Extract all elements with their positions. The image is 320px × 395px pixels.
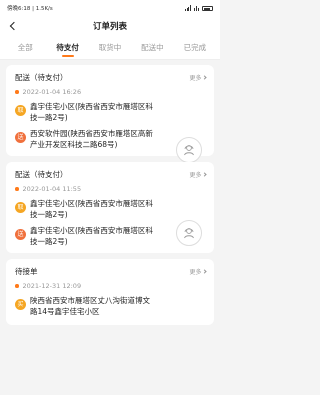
- more-button[interactable]: 更多: [189, 73, 207, 82]
- contact-button[interactable]: [176, 220, 202, 246]
- chevron-right-icon: [202, 269, 207, 274]
- order-list: 配送（待支付） 更多 2022-01-04 16:26 取 鑫宇佳宅小区(陕西省…: [0, 60, 220, 325]
- status-time: 傍晚6:18 | 1.5K/s: [7, 6, 53, 12]
- more-button[interactable]: 更多: [189, 267, 207, 276]
- dropoff-icon: 送: [15, 229, 26, 240]
- pickup-icon: 取: [15, 105, 26, 116]
- tab-delivering[interactable]: 配送中: [131, 36, 173, 60]
- order-card[interactable]: 待接单 更多 2021-12-31 12:09 买 陕西省西安市雁塔区丈八沟街道…: [6, 259, 214, 325]
- contact-icon: [184, 145, 194, 156]
- dot-icon: [15, 187, 19, 191]
- status-bar: 傍晚6:18 | 1.5K/s: [0, 0, 220, 16]
- more-button[interactable]: 更多: [189, 170, 207, 179]
- dot-icon: [15, 90, 19, 94]
- buy-icon: 买: [15, 299, 26, 310]
- contact-button[interactable]: [176, 137, 202, 163]
- order-status-title: 配送（待支付）: [15, 170, 68, 179]
- tab-all[interactable]: 全部: [4, 36, 46, 60]
- contact-icon: [184, 228, 194, 239]
- tab-completed[interactable]: 已完成: [174, 36, 216, 60]
- dropoff-icon: 送: [15, 132, 26, 143]
- dot-icon: [15, 284, 19, 288]
- dropoff-address: 西安软件园(陕西省西安市雁塔区高新产业开发区科技二路68号): [30, 129, 153, 149]
- page-title: 订单列表: [92, 22, 127, 32]
- wifi-icon: [194, 5, 199, 11]
- order-tabs: 全部 待支付 取货中 配送中 已完成: [0, 36, 220, 60]
- dropoff-address: 鑫宇佳宅小区(陕西省西安市雁塔区科技一路2号): [30, 226, 153, 246]
- tab-picking-up[interactable]: 取货中: [89, 36, 131, 60]
- order-status-title: 待接单: [15, 267, 38, 276]
- order-time: 2022-01-04 11:55: [22, 185, 82, 193]
- order-status-title: 配送（待支付）: [15, 73, 68, 82]
- order-time: 2022-01-04 16:26: [22, 88, 82, 96]
- order-card[interactable]: 配送（待支付） 更多 2022-01-04 11:55 取 鑫宇佳宅小区(陕西省…: [6, 162, 214, 253]
- pickup-address: 鑫宇佳宅小区(陕西省西安市雁塔区科技一路2号): [30, 102, 153, 122]
- order-time: 2021-12-31 12:09: [22, 282, 82, 290]
- pickup-icon: 取: [15, 202, 26, 213]
- chevron-right-icon: [202, 172, 207, 177]
- nav-bar: 订单列表: [0, 16, 220, 36]
- buy-address: 陕西省西安市雁塔区丈八沟街道博文路14号鑫宇佳宅小区: [30, 296, 150, 316]
- pickup-address: 鑫宇佳宅小区(陕西省西安市雁塔区科技一路2号): [30, 199, 153, 219]
- order-card[interactable]: 配送（待支付） 更多 2022-01-04 16:26 取 鑫宇佳宅小区(陕西省…: [6, 65, 214, 163]
- back-arrow-icon[interactable]: [9, 21, 19, 31]
- battery-icon: [202, 5, 213, 11]
- signal-icon: [184, 5, 192, 11]
- chevron-right-icon: [202, 75, 207, 80]
- tab-pending-payment[interactable]: 待支付: [46, 36, 88, 60]
